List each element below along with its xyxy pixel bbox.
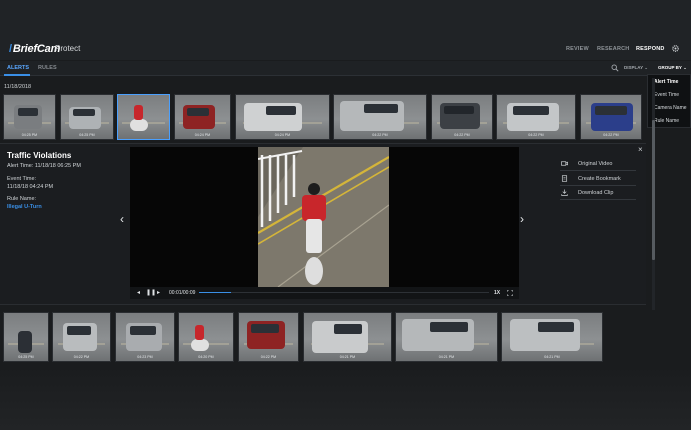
tab-underline bbox=[4, 74, 30, 76]
group-by-dropdown[interactable]: GROUP BY ⌄ bbox=[658, 65, 687, 71]
nav-review[interactable]: REVIEW bbox=[566, 46, 589, 52]
timecode: 00:01/00:09 bbox=[169, 290, 196, 296]
thumbnail-time: 04:22 PM bbox=[73, 355, 90, 359]
thumbnail[interactable]: 04:22 PM bbox=[496, 94, 576, 140]
thumbnail-selected[interactable] bbox=[117, 94, 170, 140]
tab-rules[interactable]: RULES bbox=[38, 65, 57, 71]
create-bookmark-button[interactable]: Create Bookmark bbox=[578, 176, 621, 182]
thumbnail-time: 04:24 PM bbox=[274, 133, 291, 137]
thumbnail[interactable]: 04:22 PM bbox=[431, 94, 493, 140]
thumbnail[interactable]: 04:25 PM bbox=[3, 312, 49, 362]
thumbnail[interactable]: 04:22 PM bbox=[52, 312, 111, 362]
chevron-down-icon: ⌄ bbox=[644, 65, 649, 70]
thumbnail[interactable]: 04:25 PM bbox=[60, 94, 114, 140]
thumbnail-time: 04:22 PM bbox=[372, 133, 388, 137]
alert-time-value: 11/18/18 06:25 PM bbox=[34, 163, 81, 169]
close-icon[interactable]: × bbox=[638, 145, 643, 154]
alert-title: Traffic Violations bbox=[7, 151, 72, 160]
expand-icon[interactable] bbox=[507, 290, 513, 296]
thumbnail-time: 04:25 PM bbox=[18, 355, 34, 359]
original-video-button[interactable]: Original Video bbox=[578, 161, 612, 167]
menu-item-camera-name[interactable]: Camera Name bbox=[654, 105, 687, 111]
chevron-left-icon[interactable]: ‹ bbox=[120, 212, 124, 226]
chevron-right-icon[interactable]: › bbox=[520, 212, 524, 226]
menu-item-rule-name[interactable]: Rule Name bbox=[654, 118, 679, 124]
tab-alerts[interactable]: ALERTS bbox=[7, 65, 29, 71]
logo-brand: BriefCam bbox=[12, 43, 61, 55]
logo-product: Protect bbox=[55, 44, 81, 53]
thumbnail[interactable]: 04:24 PM bbox=[174, 94, 231, 140]
thumbnail[interactable]: 04:24 PM bbox=[235, 94, 330, 140]
alert-time: Alert Time: 11/18/18 06:25 PM bbox=[7, 163, 81, 169]
tab-row bbox=[0, 61, 691, 76]
step-back-icon[interactable]: ◂ bbox=[137, 289, 140, 296]
thumbnail[interactable]: 04:22 PM bbox=[580, 94, 642, 140]
alert-time-label: Alert Time: bbox=[7, 163, 34, 169]
thumbnail[interactable]: 04:21 PM bbox=[501, 312, 603, 362]
rule-name-link[interactable]: Illegal U-Turn bbox=[7, 204, 42, 210]
thumbnail[interactable]: 04:20 PM bbox=[178, 312, 234, 362]
thumbnail-time: 04:22 PM bbox=[260, 355, 277, 359]
thumbnail-time: 04:25 PM bbox=[21, 133, 38, 137]
thumbnail-time: 04:25 PM bbox=[79, 133, 95, 137]
logo: /BriefCam bbox=[9, 43, 61, 55]
rule-name-label: Rule Name: bbox=[7, 196, 37, 202]
video-frame bbox=[258, 147, 389, 287]
step-forward-icon[interactable]: ▸ bbox=[157, 289, 160, 296]
event-time-value: 11/18/18 04:24 PM bbox=[7, 184, 54, 190]
thumbnail[interactable]: 04:21 PM bbox=[395, 312, 498, 362]
divider bbox=[560, 185, 636, 186]
thumbnail-time: 04:22 PM bbox=[603, 133, 619, 137]
nav-respond[interactable]: RESPOND bbox=[636, 46, 665, 52]
thumbnail[interactable]: 04:21 PM bbox=[303, 312, 392, 362]
display-label: DISPLAY bbox=[624, 65, 644, 70]
chevron-down-icon: ⌄ bbox=[683, 65, 687, 70]
download-clip-button[interactable]: Download Clip bbox=[578, 190, 613, 196]
thumbnail[interactable]: 04:23 PM bbox=[115, 312, 175, 362]
date-group-label: 11/18/2018 bbox=[4, 84, 32, 90]
thumbnail-time: 04:22 PM bbox=[528, 133, 544, 137]
thumbnail-time: 04:21 PM bbox=[438, 355, 455, 359]
group-by-label: GROUP BY bbox=[658, 65, 682, 70]
event-time-label: Event Time: bbox=[7, 176, 37, 182]
divider bbox=[560, 199, 636, 200]
footer-area bbox=[0, 365, 691, 430]
search-icon[interactable] bbox=[611, 64, 619, 72]
bookmark-icon bbox=[561, 175, 568, 182]
divider bbox=[560, 170, 636, 171]
thumbnail-time: 04:21 PM bbox=[339, 355, 356, 359]
thumbnail-time: 04:23 PM bbox=[137, 355, 153, 359]
thumbnail[interactable]: 04:22 PM bbox=[238, 312, 299, 362]
thumbnail[interactable]: 04:22 PM bbox=[333, 94, 427, 140]
progress-fill bbox=[199, 292, 231, 293]
thumbnail-time: 04:22 PM bbox=[454, 133, 470, 137]
download-icon bbox=[561, 189, 568, 196]
playback-speed[interactable]: 1X bbox=[494, 290, 500, 296]
scrollbar-thumb[interactable] bbox=[652, 120, 655, 260]
thumbnail-time: 04:21 PM bbox=[544, 355, 560, 359]
video-camera-icon bbox=[561, 161, 568, 166]
progress-bar[interactable] bbox=[199, 292, 489, 293]
thumbnail-time: 04:20 PM bbox=[198, 355, 214, 359]
nav-research[interactable]: RESEARCH bbox=[597, 46, 629, 52]
thumbnail-time: 04:24 PM bbox=[194, 133, 211, 137]
thumbnail[interactable]: 04:25 PM bbox=[3, 94, 56, 140]
pause-icon[interactable]: ❚❚ bbox=[146, 289, 156, 296]
display-dropdown[interactable]: DISPLAY ⌄ bbox=[624, 65, 648, 71]
menu-item-event-time[interactable]: Event Time bbox=[654, 92, 679, 98]
menu-item-alert-time[interactable]: Alert Time bbox=[654, 79, 678, 85]
gear-icon[interactable] bbox=[671, 44, 680, 53]
